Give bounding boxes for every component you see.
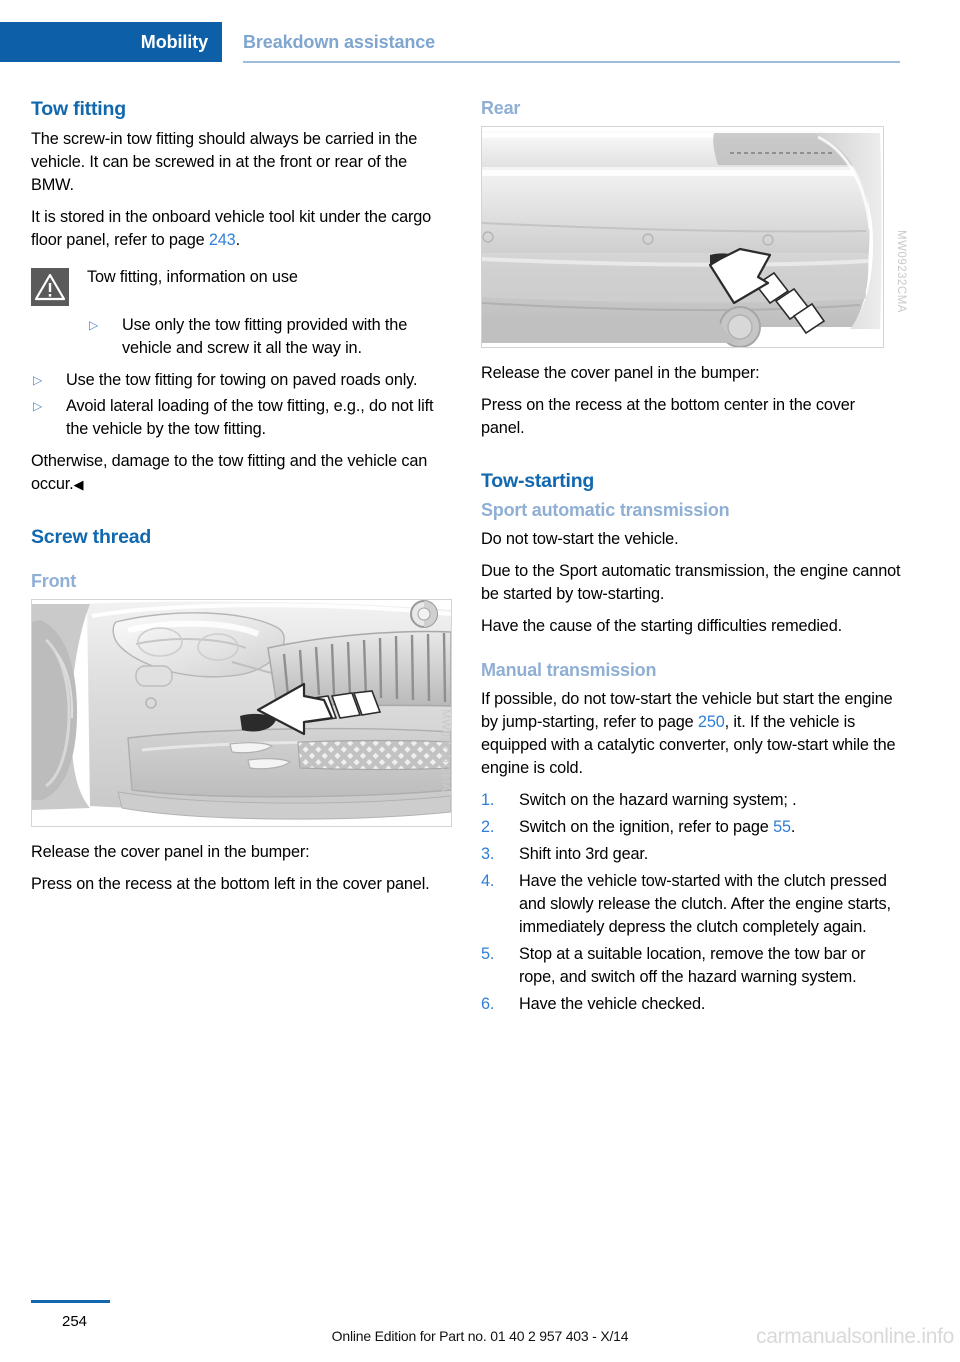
header-divider xyxy=(243,61,900,63)
step-number: 4. xyxy=(481,872,495,890)
storage-text-after: . xyxy=(235,231,241,249)
bullet-text: Avoid lateral loading of the tow fitting… xyxy=(66,397,434,438)
step-number: 3. xyxy=(481,845,495,863)
list-item: ▷ Use only the tow fitting provided with … xyxy=(87,314,452,360)
list-item: 5. Stop at a suitable location, remove th… xyxy=(481,943,902,989)
paragraph-press-recess-front: Press on the recess at the bottom left i… xyxy=(31,875,430,893)
step-text: Stop at a suitable location, remove the … xyxy=(519,945,866,986)
step-number: 5. xyxy=(481,945,495,963)
footer-divider xyxy=(31,1300,110,1303)
paragraph-release-cover-front: Release the cover panel in the bumper: xyxy=(31,843,310,861)
step-text-after: . xyxy=(790,818,796,836)
figure-front-bumper-image xyxy=(31,599,452,827)
step-number: 1. xyxy=(481,791,495,809)
page-link-243[interactable]: 243 xyxy=(209,231,236,249)
warning-title: Tow fitting, information on use xyxy=(87,268,298,286)
page-header: Mobility Breakdown assistance xyxy=(0,22,960,62)
subheading-sport-automatic-transmission: Sport automatic transmission xyxy=(481,500,730,520)
paragraph-press-recess-rear: Press on the recess at the bottom center… xyxy=(481,396,855,437)
figure-front-bumper-code: MW09231CMA xyxy=(439,709,451,792)
list-item: ▷ Use the tow fitting for towing on paved… xyxy=(31,369,452,392)
warning-bullets: ▷ Use the tow fitting for towing on paved… xyxy=(31,369,452,441)
paragraph-sport-reason: Due to the Sport automatic transmission,… xyxy=(481,562,901,603)
heading-screw-thread: Screw thread xyxy=(31,526,152,548)
list-item: ▷ Avoid lateral loading of the tow fittin… xyxy=(31,395,452,441)
paragraph-release-cover-rear: Release the cover panel in the bumper: xyxy=(481,364,760,382)
step-number: 6. xyxy=(481,995,495,1013)
page-link-250[interactable]: 250 xyxy=(698,713,725,731)
step-text-before: Switch on the ignition, refer to page xyxy=(519,818,774,836)
list-item: 6. Have the vehicle checked. xyxy=(481,993,902,1016)
figure-front-bumper: MW09231CMA xyxy=(31,599,452,827)
paragraph-warning-closing: Otherwise, damage to the tow fitting and… xyxy=(31,450,452,496)
step-number: 2. xyxy=(481,818,495,836)
triangle-bullet-icon: ▷ xyxy=(33,373,43,387)
right-column: Rear MW09232CMA Release the cover panel … xyxy=(481,98,907,1020)
paragraph-tow-fitting-storage: It is stored in the onboard vehicle tool… xyxy=(31,206,452,252)
heading-tow-starting: Tow-starting xyxy=(481,470,595,492)
page-link-55[interactable]: 55 xyxy=(773,818,791,836)
step-text: Have the vehicle tow-started with the cl… xyxy=(519,872,891,936)
closing-text: Otherwise, damage to the tow fitting and… xyxy=(31,452,428,493)
watermark: carmanualsonline.info xyxy=(756,1325,954,1348)
subheading-rear: Rear xyxy=(481,98,521,118)
warning-bullets-indented: ▷ Use only the tow fitting provided with … xyxy=(87,314,452,360)
step-text: Switch on the hazard warning system; . xyxy=(519,791,797,809)
paragraph-tow-fitting-intro: The screw-in tow fitting should always b… xyxy=(31,130,418,194)
step-text: Have the vehicle checked. xyxy=(519,995,706,1013)
figure-rear-bumper-image xyxy=(481,126,884,348)
tow-start-steps-list: 1. Switch on the hazard warning system; .… xyxy=(481,789,902,1016)
header-section-title: Breakdown assistance xyxy=(243,31,436,52)
heading-tow-fitting: Tow fitting xyxy=(31,98,126,120)
header-chapter-tab: Mobility xyxy=(0,22,222,62)
step-text: Shift into 3rd gear. xyxy=(519,845,649,863)
figure-rear-bumper-code: MW09232CMA xyxy=(895,230,907,313)
list-item: 3. Shift into 3rd gear. xyxy=(481,843,902,866)
paragraph-sport-no-tow-start: Do not tow-start the vehicle. xyxy=(481,530,679,548)
list-item: 2. Switch on the ignition, refer to page … xyxy=(481,816,902,839)
subheading-manual-transmission: Manual transmission xyxy=(481,660,657,680)
paragraph-sport-remedy: Have the cause of the starting difficult… xyxy=(481,617,842,635)
bullet-text: Use only the tow fitting provided with t… xyxy=(122,316,408,357)
bullet-text: Use the tow fitting for towing on paved … xyxy=(66,371,418,389)
list-item: 1. Switch on the hazard warning system; . xyxy=(481,789,902,812)
subheading-front: Front xyxy=(31,571,76,591)
figure-rear-bumper: MW09232CMA xyxy=(481,126,907,348)
paragraph-manual-jump-start: If possible, do not tow-start the vehicl… xyxy=(481,688,902,780)
warning-triangle-icon xyxy=(31,268,69,306)
triangle-bullet-icon: ▷ xyxy=(33,399,43,413)
warning-block: Tow fitting, information on use xyxy=(31,266,452,310)
left-column: Tow fitting The screw-in tow fitting sho… xyxy=(31,98,452,905)
warning-end-marker: ◀ xyxy=(73,477,84,492)
triangle-bullet-icon: ▷ xyxy=(89,318,99,332)
list-item: 4. Have the vehicle tow-started with the … xyxy=(481,870,902,939)
